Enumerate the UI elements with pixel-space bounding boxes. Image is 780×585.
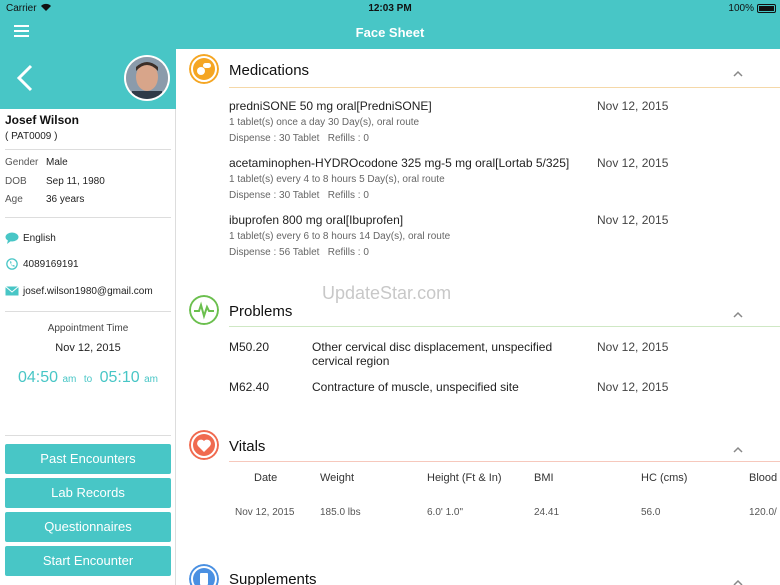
vitals-header-weight: Weight (320, 472, 355, 484)
start-encounter-button[interactable]: Start Encounter (5, 546, 171, 576)
problem-date: Nov 12, 2015 (597, 380, 669, 394)
patient-name: Josef Wilson (5, 113, 79, 127)
collapse-supplements-icon[interactable] (733, 578, 743, 585)
vitals-header-height: Height (Ft & In) (427, 472, 502, 484)
age-value: 36 years (46, 194, 85, 205)
vitals-header-date: Date (254, 472, 278, 484)
lab-records-button[interactable]: Lab Records (5, 478, 171, 508)
past-encounters-button[interactable]: Past Encounters (5, 444, 171, 474)
nav-bar: Face Sheet (0, 17, 780, 49)
vitals-cell-date: Nov 12, 2015 (235, 507, 295, 518)
phone-row[interactable]: 4089169191 (5, 258, 79, 270)
medication-name: predniSONE 50 mg oral[PredniSONE] (229, 99, 432, 113)
gender-value: Male (46, 157, 68, 168)
vitals-header-hc: HC (cms) (641, 472, 688, 484)
language-value: English (23, 232, 56, 244)
patient-id: ( PAT0009 ) (5, 131, 58, 142)
vitals-header-blood: Blood (749, 472, 778, 484)
patient-photo-icon (126, 57, 168, 101)
to-label: to (83, 374, 93, 385)
medication-name: ibuprofen 800 mg oral[Ibuprofen] (229, 213, 404, 227)
age-row: Age 36 years (5, 194, 84, 205)
gender-row: Gender Male (5, 157, 68, 168)
phone-icon (6, 258, 18, 270)
medication-dispense: Dispense : 30 Tablet Refills : 0 (229, 133, 369, 144)
envelope-icon (5, 286, 19, 296)
watermark: UpdateStar.com (322, 283, 452, 303)
avatar (124, 55, 170, 101)
status-bar: Carrier 12:03 PM 100% (0, 0, 780, 17)
appointment-date: Nov 12, 2015 (55, 342, 121, 354)
divider (5, 435, 171, 436)
page-title: Face Sheet (355, 25, 425, 40)
vitals-title: Vitals (229, 438, 266, 455)
medication-dispense: Dispense : 30 Tablet Refills : 0 (229, 190, 369, 201)
medication-name: acetaminophen-HYDROcodone 325 mg-5 mg or… (229, 156, 570, 170)
heart-icon (189, 430, 219, 460)
pills-icon (189, 54, 219, 84)
patient-sidebar: Josef Wilson ( PAT0009 ) Gender Male DOB S… (0, 49, 176, 585)
medication-sig: 1 tablet(s) every 6 to 8 hours 14 Day(s)… (229, 231, 451, 242)
appointment-label: Appointment Time (47, 323, 129, 334)
email-value: josef.wilson1980@gmail.com (23, 285, 153, 297)
back-chevron-icon[interactable] (14, 63, 36, 93)
vitals-header-bmi: BMI (534, 472, 554, 484)
supplements-title: Supplements (229, 571, 317, 585)
dob-label: DOB (5, 176, 27, 187)
email-row[interactable]: josef.wilson1980@gmail.com (5, 285, 153, 297)
phone-value: 4089169191 (23, 258, 79, 270)
problem-code: M50.20 (229, 340, 270, 354)
medication-sig: 1 tablet(s) once a day 30 Day(s), oral r… (229, 117, 420, 128)
dob-row: DOB Sep 11, 1980 (5, 176, 105, 187)
medications-title: Medications (229, 62, 310, 79)
section-divider (229, 326, 780, 327)
medication-date: Nov 12, 2015 (597, 156, 669, 170)
end-time: 05:10 (99, 369, 140, 386)
problems-title: Problems (229, 303, 293, 320)
medication-sig: 1 tablet(s) every 4 to 8 hours 5 Day(s),… (229, 174, 445, 185)
vitals-cell-hc: 56.0 (641, 507, 661, 518)
gender-label: Gender (5, 157, 39, 168)
collapse-problems-icon[interactable] (733, 310, 743, 318)
problem-code: M62.40 (229, 380, 270, 394)
section-divider (229, 87, 780, 88)
problem-date: Nov 12, 2015 (597, 340, 669, 354)
problem-description: Other cervical disc displacement, unspec… (312, 340, 553, 368)
status-time: 12:03 PM (368, 3, 412, 14)
face-sheet-content: Medications predniSONE 50 mg oral[Predni… (177, 49, 780, 585)
problem-description: Contracture of muscle, unspecified site (312, 380, 519, 394)
vitals-cell-bmi: 24.41 (534, 507, 560, 518)
medication-date: Nov 12, 2015 (597, 99, 669, 113)
supplement-bottle-icon (189, 564, 219, 585)
battery-icon (757, 4, 776, 13)
divider (5, 217, 171, 218)
medication-dispense: Dispense : 56 Tablet Refills : 0 (229, 247, 369, 258)
battery-percent: 100% (728, 3, 754, 14)
divider (5, 311, 171, 312)
heartbeat-icon (189, 295, 219, 325)
language-row: English (5, 232, 56, 244)
appointment-time: 04:50 am to 05:10 am (0, 369, 176, 387)
vitals-cell-weight: 185.0 lbs (320, 507, 361, 518)
section-divider (229, 461, 780, 462)
medication-date: Nov 12, 2015 (597, 213, 669, 227)
age-label: Age (5, 194, 23, 205)
sidebar-header (0, 49, 176, 109)
start-time: 04:50 (17, 369, 59, 386)
divider (5, 149, 171, 150)
start-ampm: am (62, 374, 77, 385)
dob-value: Sep 11, 1980 (46, 176, 105, 187)
collapse-vitals-icon[interactable] (733, 445, 743, 453)
vitals-cell-blood: 120.0/ (749, 507, 777, 518)
speech-bubble-icon (5, 232, 19, 244)
vitals-cell-height: 6.0' 1.0" (427, 507, 464, 518)
questionnaires-button[interactable]: Questionnaires (5, 512, 171, 542)
end-ampm: am (144, 374, 159, 385)
collapse-medications-icon[interactable] (733, 69, 743, 77)
